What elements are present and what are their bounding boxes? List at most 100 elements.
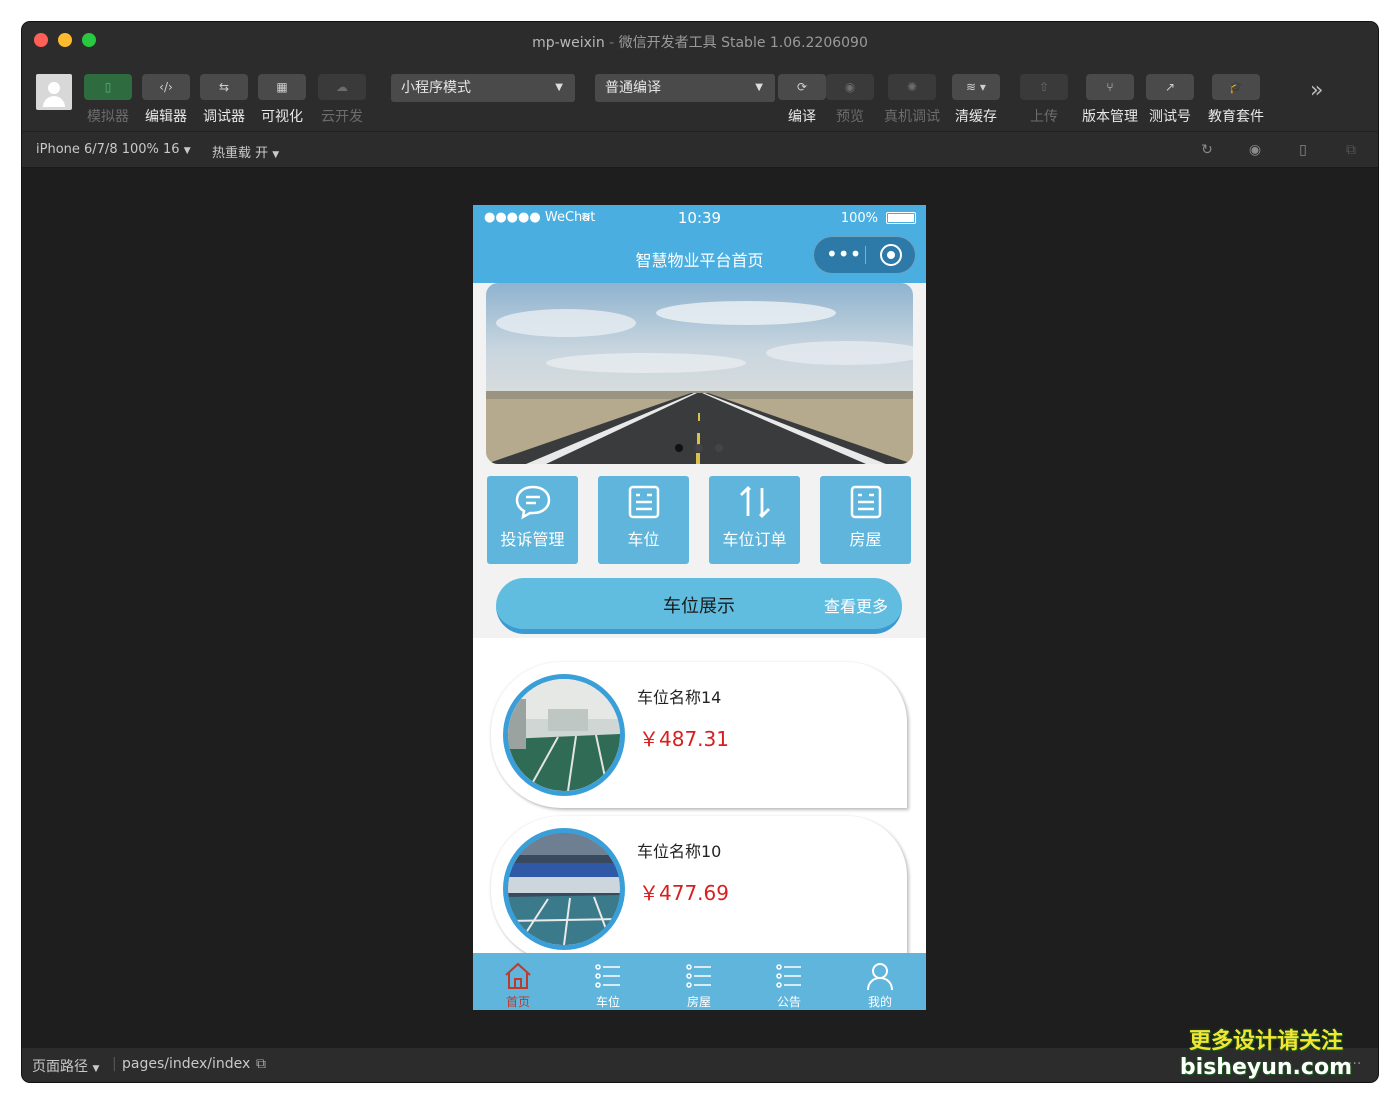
code-icon: ‹/› [142, 74, 190, 100]
phone-nav-bar: 智慧物业平台首页 ••• [473, 233, 926, 283]
hot-reload-value: 热重载 开 [212, 146, 269, 161]
list-item[interactable]: 车位名称14 ￥487.31 [491, 662, 907, 808]
view-more-link[interactable]: 查看更多 [824, 593, 888, 617]
menu-parking[interactable]: 车位 [598, 476, 689, 564]
caret-down-icon: ▼ [555, 82, 563, 93]
window-title: mp-weixin - 微信开发者工具 Stable 1.06.2206090 [532, 35, 868, 51]
tab-mine[interactable]: 我的 [835, 953, 925, 1010]
layers-icon: ≋ ▾ [952, 74, 1000, 100]
user-icon [867, 963, 893, 991]
menu-label: 车位订单 [722, 530, 787, 549]
cloud-icon: ☁ [318, 74, 366, 100]
stop-icon[interactable]: ◉ [1247, 142, 1263, 158]
preview-label: 预览 [836, 109, 864, 125]
sort-arrows-icon [740, 486, 770, 518]
clear-cache-button[interactable]: ≋ ▾ 清缓存 [952, 74, 1000, 126]
compile-select[interactable]: 普通编译 ▼ [595, 74, 775, 102]
more-dots-icon[interactable]: ••• [826, 242, 861, 266]
list-icon [686, 964, 711, 988]
tab-label: 车位 [595, 995, 620, 1009]
preview-button[interactable]: ◉ 预览 [826, 74, 874, 126]
test-account-button[interactable]: ↗ 测试号 [1146, 74, 1194, 126]
debug-icon: ⇆ [200, 74, 248, 100]
list-item[interactable]: 车位名称10 ￥477.69 [491, 816, 907, 962]
editor-label: 编辑器 [145, 109, 187, 125]
tab-house[interactable]: 房屋 [654, 953, 744, 1010]
close-mini-program-icon[interactable] [880, 244, 902, 266]
user-avatar[interactable] [36, 74, 72, 110]
bug-icon: ✺ [888, 74, 936, 100]
window-title-text: mp-weixin [532, 35, 605, 51]
simulator-subbar: iPhone 6/7/8 100% 16 ▼ 热重载 开 ▼ ↻ ◉ ▯ ⧉ [22, 132, 1378, 168]
menu-label: 投诉管理 [500, 530, 565, 549]
bottom-status-bar: 页面路径 ▼ | pages/index/index ⧉ ··· [22, 1048, 1378, 1082]
device-select[interactable]: iPhone 6/7/8 100% 16 ▼ [36, 142, 191, 157]
caret-down-icon: ▼ [755, 82, 763, 93]
capsule-menu: ••• [813, 236, 916, 274]
branch-icon: ⑂ [1086, 74, 1134, 100]
tab-parking[interactable]: 车位 [563, 953, 653, 1010]
parking-name: 车位名称10 [637, 842, 722, 861]
banner-carousel[interactable] [486, 283, 913, 464]
parking-price: ￥487.31 [639, 727, 729, 751]
debugger-label: 调试器 [203, 109, 245, 125]
menu-house[interactable]: 房屋 [820, 476, 911, 564]
document-list-icon [850, 485, 882, 519]
simulator-canvas: ●●●●● WeChat ≋ 10:39 100% 智慧物业平台首页 ••• 投… [22, 168, 1378, 1048]
simulator-button[interactable]: ▯ 模拟器 [84, 74, 132, 126]
watermark-line1: 更多设计请关注 [1188, 1029, 1343, 1054]
menu-complaint[interactable]: 投诉管理 [487, 476, 578, 564]
section-header: 车位展示 查看更多 [496, 578, 902, 634]
device-debug-button[interactable]: ✺ 真机调试 [884, 74, 940, 126]
menu-label: 房屋 [849, 530, 882, 549]
compile-button[interactable]: ⟳ 编译 [778, 74, 826, 126]
parking-list: 车位名称14 ￥487.31 车位名称10 ￥477.69 [473, 638, 926, 962]
tab-home[interactable]: 首页 [473, 953, 563, 1010]
menu-parking-order[interactable]: 车位订单 [709, 476, 800, 564]
upload-button[interactable]: ⇧ 上传 [1020, 74, 1068, 126]
hot-reload-select[interactable]: 热重载 开 ▼ [212, 142, 279, 161]
edu-button[interactable]: 🎓 教育套件 [1208, 74, 1264, 126]
phone-status-bar: ●●●●● WeChat ≋ 10:39 100% [473, 205, 926, 233]
road-landscape-image [486, 283, 913, 464]
tab-label: 公告 [776, 995, 801, 1009]
watermark-line2: bisheyun.com [1179, 1055, 1352, 1080]
titlebar: mp-weixin - 微信开发者工具 Stable 1.06.2206090 [22, 22, 1378, 60]
page-path-select[interactable]: 页面路径 ▼ [32, 1056, 99, 1076]
window-icon[interactable]: ⧉ [1343, 142, 1359, 158]
rotate-icon[interactable]: ↻ [1199, 142, 1215, 158]
phone-icon: ▯ [84, 74, 132, 100]
visual-button[interactable]: ▦ 可视化 [258, 74, 306, 126]
tab-notice[interactable]: 公告 [744, 953, 834, 1010]
debugger-button[interactable]: ⇆ 调试器 [200, 74, 248, 126]
tab-label: 我的 [867, 995, 892, 1009]
editor-button[interactable]: ‹/› 编辑器 [142, 74, 190, 126]
test-account-label: 测试号 [1149, 109, 1191, 125]
tab-label: 首页 [505, 995, 530, 1009]
tab-label: 房屋 [686, 995, 711, 1009]
layout-icon: ▦ [258, 74, 306, 100]
battery-icon [886, 212, 916, 224]
upload-icon: ⇧ [1020, 74, 1068, 100]
eye-icon: ◉ [826, 74, 874, 100]
cloud-button[interactable]: ☁ 云开发 [318, 74, 366, 126]
menu-grid: 投诉管理 车位 车位订单 房屋 [487, 476, 912, 566]
cloud-label: 云开发 [321, 109, 363, 125]
chat-bubble-icon [515, 485, 551, 520]
compile-select-value: 普通编译 [605, 80, 661, 96]
home-icon [505, 962, 531, 989]
version-button[interactable]: ⑂ 版本管理 [1082, 74, 1138, 126]
bottom-tab-bar: 首页 车位 房屋 公告 我的 [473, 953, 926, 1010]
double-chevron-right-icon[interactable]: » [1310, 78, 1323, 103]
upload-label: 上传 [1030, 109, 1058, 125]
parking-photo [503, 674, 625, 796]
device-select-value: iPhone 6/7/8 100% 16 [36, 142, 180, 157]
copy-icon[interactable]: ⧉ [256, 1056, 266, 1072]
simulator-label: 模拟器 [87, 109, 129, 125]
phone-icon[interactable]: ▯ [1295, 142, 1311, 158]
battery-text: 100% [840, 211, 878, 226]
graduation-cap-icon: 🎓 [1212, 74, 1260, 100]
mode-select-value: 小程序模式 [401, 80, 471, 96]
phone-screen: ●●●●● WeChat ≋ 10:39 100% 智慧物业平台首页 ••• 投… [473, 205, 926, 1010]
mode-select[interactable]: 小程序模式 ▼ [391, 74, 575, 102]
